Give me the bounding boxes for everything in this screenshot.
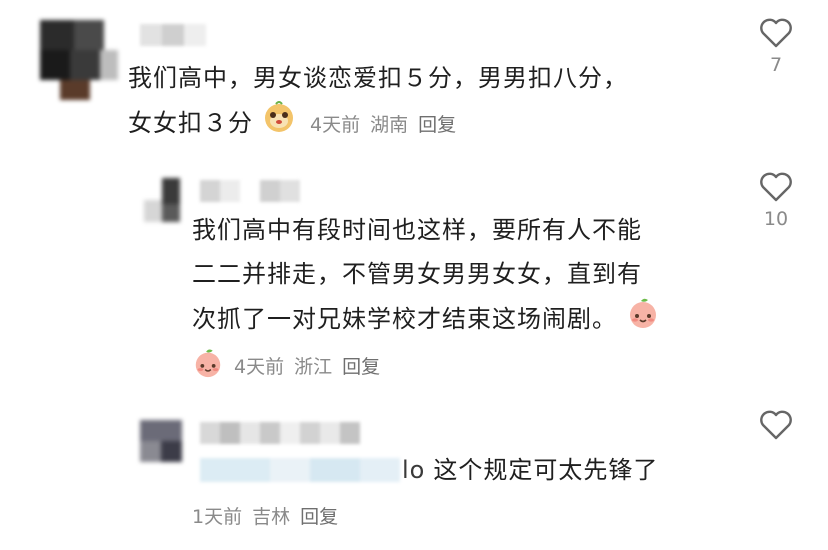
location: 湖南 xyxy=(370,114,409,136)
mention-tail[interactable]: lo xyxy=(402,448,425,492)
username[interactable] xyxy=(200,422,360,444)
time: 4天前 xyxy=(234,356,285,378)
username[interactable] xyxy=(140,24,206,46)
username[interactable] xyxy=(200,180,300,202)
comment-meta: 4天前 湖南 回复 xyxy=(310,110,456,137)
heart-icon xyxy=(760,18,792,48)
comment-meta: 4天前 浙江 回复 xyxy=(192,347,380,384)
location: 吉林 xyxy=(252,506,291,528)
like-count: 10 xyxy=(763,208,789,230)
comment-meta: 1天前 吉林 回复 xyxy=(192,502,338,529)
avatar[interactable] xyxy=(38,20,118,100)
like-button[interactable]: 7 xyxy=(756,18,796,76)
comment-text: lo 这个规定可太先锋了 xyxy=(200,448,658,492)
like-button[interactable]: 10 xyxy=(756,172,796,230)
reply-button[interactable]: 回复 xyxy=(342,352,380,379)
peach-face-emoji xyxy=(192,347,224,384)
mention-blurred[interactable] xyxy=(200,458,400,482)
peach-face-emoji xyxy=(626,296,660,344)
location: 浙江 xyxy=(294,356,333,378)
heart-icon xyxy=(760,172,792,202)
comment-text: 我们高中有段时间也这样，要所有人不能 二二并排走，不管男女男男女女，直到有 次抓… xyxy=(192,208,660,344)
monkey-face-emoji xyxy=(262,100,296,148)
time: 1天前 xyxy=(192,506,243,528)
reply-button[interactable]: 回复 xyxy=(300,502,338,529)
time: 4天前 xyxy=(310,114,361,136)
reply-button[interactable]: 回复 xyxy=(418,110,456,137)
heart-icon xyxy=(760,410,792,440)
like-count: 7 xyxy=(769,54,783,76)
like-button[interactable] xyxy=(756,410,796,440)
avatar[interactable] xyxy=(142,178,182,222)
avatar[interactable] xyxy=(140,420,182,462)
